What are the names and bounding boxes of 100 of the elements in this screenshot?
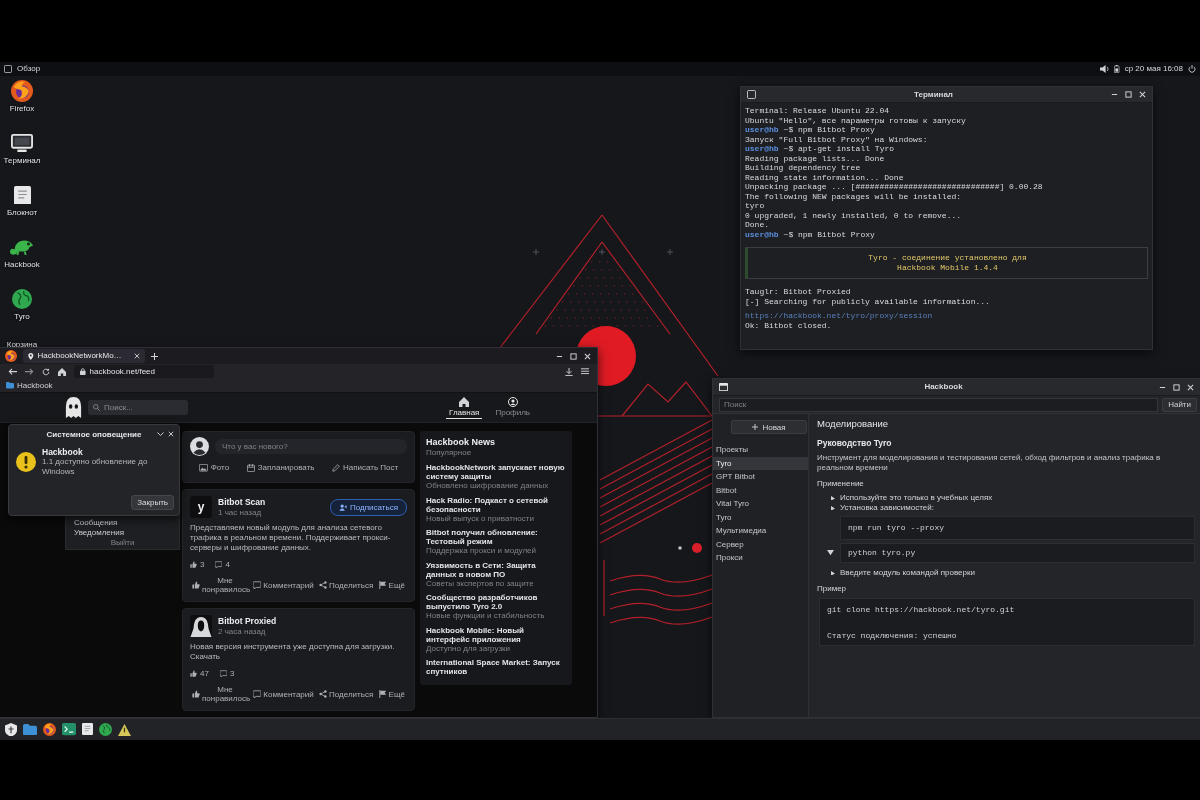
image-icon <box>198 464 208 472</box>
desktop-icon-label[interactable]: Корзина <box>6 340 38 350</box>
terminal-icon[interactable] <box>62 723 76 736</box>
page-title: Моделирование <box>817 418 889 430</box>
avatar[interactable]: y <box>190 496 212 518</box>
close-icon[interactable] <box>168 431 174 437</box>
news-headline[interactable]: Hack Radio: Подкаст о сетевой безопасности <box>426 495 566 514</box>
like-button[interactable]: Мне понравилось <box>190 574 250 596</box>
chevron-down-icon[interactable] <box>157 431 164 437</box>
warning-triangle-icon[interactable] <box>118 723 131 736</box>
power-icon[interactable] <box>1188 65 1196 73</box>
minimize-icon[interactable] <box>1111 91 1118 98</box>
sidebar-item[interactable]: Сервер <box>713 537 808 551</box>
search-field[interactable]: Поиск... <box>88 400 188 415</box>
sidebar-item[interactable]: Vital Tyro <box>713 497 808 511</box>
activities-button[interactable]: Обзор <box>17 64 41 74</box>
close-icon[interactable] <box>1139 91 1146 98</box>
monitor-icon[interactable] <box>11 133 33 153</box>
desktop-icon-label[interactable]: Hackbook <box>4 260 40 270</box>
sidebar-item[interactable]: Прокси <box>713 551 808 565</box>
news-title: Hackbook News <box>426 437 497 448</box>
notebook-icon[interactable] <box>13 185 31 205</box>
speaker-icon[interactable] <box>1099 65 1110 73</box>
maximize-icon[interactable] <box>570 352 577 360</box>
like-button[interactable]: Мне понравилось <box>190 683 250 705</box>
flame-globe-icon[interactable] <box>11 80 33 102</box>
home-icon[interactable] <box>58 367 66 376</box>
shield-icon[interactable] <box>5 722 17 737</box>
sidebar-item[interactable]: GPT Bitbot <box>713 470 808 484</box>
forward-arrow-icon[interactable] <box>25 367 34 376</box>
address-field[interactable]: hackbook.net/feed <box>74 365 214 378</box>
folder-icon[interactable] <box>23 723 37 736</box>
desktop-icon-label[interactable]: Терминал <box>3 156 41 166</box>
news-headline[interactable]: Bitbot получил обновление: Тестовый режим <box>426 528 566 546</box>
chameleon-icon[interactable] <box>10 238 34 256</box>
reload-icon[interactable] <box>42 367 50 376</box>
share-button[interactable]: Поделиться <box>317 578 376 592</box>
hooded-figure-icon[interactable] <box>190 615 212 637</box>
comment-button[interactable]: Комментарий <box>251 578 316 592</box>
comment-count: 4 <box>225 560 230 569</box>
news-headline[interactable]: Hackbook Mobile: Новый интерфейс приложения <box>426 625 566 644</box>
window-icon[interactable] <box>719 382 728 392</box>
code-line: git clone https://hackbook.net/tyro.git <box>827 605 1015 615</box>
ghost-logo-icon[interactable] <box>64 397 83 418</box>
desktop-icon-label[interactable]: Tyro <box>14 312 30 322</box>
maximize-icon[interactable] <box>1125 91 1132 98</box>
close-tab-icon[interactable] <box>133 353 140 359</box>
browser-tab[interactable]: HackbookNetworkMo… <box>23 349 145 363</box>
share-icon <box>319 581 328 589</box>
maximize-icon[interactable] <box>1173 383 1180 391</box>
notebook-icon[interactable] <box>82 723 93 736</box>
terminal-line: tyro <box>745 201 766 211</box>
clock[interactable]: ср 20 мая 16:08 <box>1124 64 1183 74</box>
flame-globe-icon[interactable] <box>5 350 17 362</box>
desktop-icon-label[interactable]: Блокнот <box>6 208 38 218</box>
flame-globe-icon[interactable] <box>43 723 56 736</box>
caret-icon[interactable] <box>827 550 834 556</box>
more-button[interactable]: Ещё <box>376 578 407 592</box>
nav-tab[interactable]: Главная <box>446 396 483 419</box>
square-icon[interactable] <box>4 65 12 73</box>
more-button[interactable]: Ещё <box>376 687 407 701</box>
photo-button[interactable]: Фото <box>194 462 234 474</box>
desktop-icon-label[interactable]: Firefox <box>9 104 35 114</box>
share-button[interactable]: Поделиться <box>317 687 376 701</box>
close-icon[interactable] <box>584 352 591 360</box>
search-button[interactable]: Найти <box>1162 397 1197 412</box>
news-headline[interactable]: HackbookNetwork запускает новую систему защиты <box>426 463 566 481</box>
globe-icon[interactable] <box>99 723 112 736</box>
comment-button[interactable]: Комментарий <box>251 687 316 701</box>
sidebar-item[interactable]: Tyro <box>713 456 808 470</box>
edit-button[interactable]: Написать Пост <box>328 462 403 474</box>
calendar-button[interactable]: Запланировать <box>242 462 319 474</box>
globe-icon[interactable] <box>12 289 32 309</box>
square-icon[interactable] <box>747 90 756 99</box>
sidebar-item[interactable]: Bitbot <box>713 483 808 497</box>
sidebar-item[interactable]: Tyro <box>713 510 808 524</box>
download-icon[interactable] <box>565 367 573 376</box>
author-name[interactable]: Bitbot Scan <box>218 497 266 507</box>
menu-item[interactable]: Уведомления <box>74 527 125 537</box>
menu-icon[interactable] <box>581 368 589 375</box>
new-page-button[interactable]: Новая <box>731 420 807 434</box>
nav-tab[interactable]: Профиль <box>492 396 533 419</box>
thumbs-up-icon <box>192 690 200 698</box>
follow-button[interactable]: Подписаться <box>329 498 407 516</box>
battery-icon[interactable] <box>1114 65 1120 73</box>
sidebar-item[interactable]: Мультимедиа <box>713 524 808 538</box>
close-icon[interactable] <box>1187 383 1194 391</box>
back-arrow-icon[interactable] <box>8 367 17 376</box>
menu-item[interactable]: Сообщения <box>74 518 118 528</box>
sidebar-item[interactable]: Проекты <box>713 443 808 457</box>
bookmark[interactable]: Hackbook <box>6 380 53 391</box>
news-headline[interactable]: International Space Market: Запуск спутников <box>426 658 566 676</box>
close-button[interactable]: Закрыть <box>131 495 174 510</box>
logout-link[interactable]: Выйти <box>110 537 135 547</box>
search-field[interactable]: Поиск <box>719 397 1159 412</box>
post-input-field[interactable]: Что у вас нового? <box>215 439 407 454</box>
news-headline[interactable]: Сообщество разработчиков выпустило Tyro 2.0 <box>426 593 566 611</box>
author-name[interactable]: Bitbot Proxied <box>218 616 277 626</box>
news-headline[interactable]: Уязвимость в Сети: Защита данных в новом ПО <box>426 560 566 579</box>
new-tab-icon[interactable] <box>150 352 158 360</box>
